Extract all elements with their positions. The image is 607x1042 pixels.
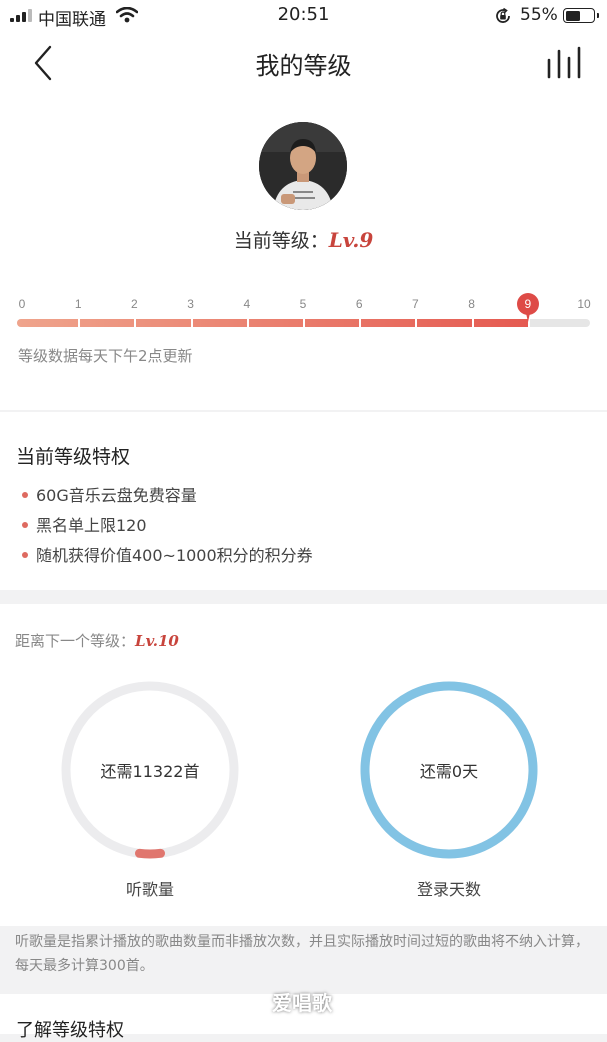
level-bar-divider [359, 319, 362, 327]
privilege-card: 当前等级特权 60G音乐云盘免费容量 黑名单上限120 随机获得价值400~10… [0, 412, 607, 590]
update-note: 等级数据每天下午2点更新 [18, 347, 193, 365]
days-remaining: 还需0天 [419, 762, 479, 781]
level-bar-divider [303, 319, 305, 327]
bar-chart-icon [547, 46, 581, 79]
level-tick: 4 [243, 297, 251, 311]
level-tick: 8 [468, 297, 475, 311]
level-bar-divider [246, 319, 249, 327]
battery-percent: 55% [520, 5, 558, 25]
level-tick: 3 [187, 297, 194, 311]
songs-progress-ring: 还需11322首 [58, 678, 242, 862]
next-level-value: Lv.10 [135, 632, 179, 650]
songs-remaining: 还需11322首 [100, 762, 200, 781]
level-card: 当前等级：Lv.9 0 1 2 3 4 5 6 7 8 10 9 等级数据每天下午2点更新 [0, 94, 607, 410]
privilege-item: 随机获得价值400~1000积分的积分券 [22, 542, 313, 566]
level-tick: 6 [355, 297, 363, 311]
privilege-title: 当前等级特权 [16, 446, 131, 468]
footnote: 听歌量是指累计播放的歌曲数量而非播放次数，并且实际播放时间过短的歌曲将不纳入计算… [15, 934, 589, 974]
level-bar-divider [415, 319, 418, 327]
privilege-item: 黑名单上限120 [22, 512, 147, 536]
level-tick: 5 [299, 297, 307, 311]
stats-button[interactable] [546, 46, 582, 84]
level-bar-divider [78, 319, 81, 327]
avatar[interactable] [259, 122, 347, 210]
nav-bar: 我的等级 [0, 32, 607, 94]
level-tick: 7 [412, 297, 419, 311]
bullet-icon [22, 521, 28, 528]
days-label: 登录天数 [416, 880, 481, 899]
level-tick: 0 [18, 297, 26, 311]
bullet-icon [22, 551, 28, 558]
next-level-card: 距离下一个等级：Lv.10 还需11322首 听歌量 还需0天 登录天数 [0, 604, 607, 926]
bullet-icon [22, 491, 28, 498]
rotation-lock-icon [494, 7, 512, 29]
clock: 20:51 [277, 4, 330, 25]
level-bar-divider [134, 319, 137, 327]
current-level: 当前等级：Lv.9 [233, 228, 374, 252]
level-tick: 2 [131, 297, 138, 311]
privilege-item: 60G音乐云盘免费容量 [22, 482, 197, 506]
level-tick: 1 [74, 297, 82, 311]
page-title: 我的等级 [255, 52, 352, 80]
battery-icon [563, 8, 599, 23]
level-bar-divider [471, 319, 474, 327]
level-tick: 10 [577, 297, 591, 311]
current-level-value: Lv.9 [328, 228, 374, 252]
status-bar: 中国联通 20:51 55% [0, 0, 607, 32]
songs-label: 听歌量 [125, 880, 174, 899]
watermark: 爱唱歌 [272, 991, 332, 1015]
next-level-line: 距离下一个等级：Lv.10 [15, 632, 179, 650]
current-level-marker: 9 [516, 293, 539, 322]
level-progress-bar [17, 319, 590, 327]
level-bar-divider [190, 319, 193, 327]
days-progress-ring: 还需0天 [357, 678, 541, 862]
